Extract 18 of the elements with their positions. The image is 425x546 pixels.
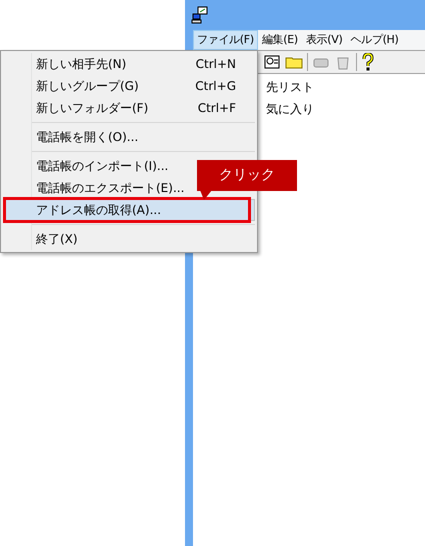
shortcut-text: Ctrl+G — [195, 78, 236, 95]
menu-item[interactable]: 新しいフォルダー(F) Ctrl+F — [3, 97, 255, 119]
menu-bar-item[interactable]: 編集(E) — [258, 30, 302, 50]
menu-bar-item[interactable]: ヘルプ(H) — [346, 30, 403, 50]
menu-bar-item[interactable]: 表示(V) — [302, 30, 346, 50]
menu-item[interactable]: 新しい相手先(N) Ctrl+N — [3, 53, 255, 75]
menu-item[interactable]: 新しいグループ(G) Ctrl+G — [3, 75, 255, 97]
address-book-icon[interactable] — [263, 54, 281, 70]
callout-text: クリック — [219, 166, 275, 185]
menu-item[interactable]: 電話帳を開く(O)... — [3, 126, 255, 148]
menu-bar-item[interactable]: ファイル(F) — [193, 30, 258, 50]
shortcut-text: Ctrl+F — [198, 100, 236, 117]
menu-item[interactable]: 終了(X) — [3, 228, 255, 250]
tree-item[interactable]: 先リスト — [266, 78, 425, 96]
network-computer-icon — [191, 6, 209, 24]
shortcut-text: Ctrl+N — [196, 56, 236, 73]
help-icon[interactable] — [361, 53, 375, 71]
tree-item[interactable]: 気に入り — [266, 100, 425, 118]
